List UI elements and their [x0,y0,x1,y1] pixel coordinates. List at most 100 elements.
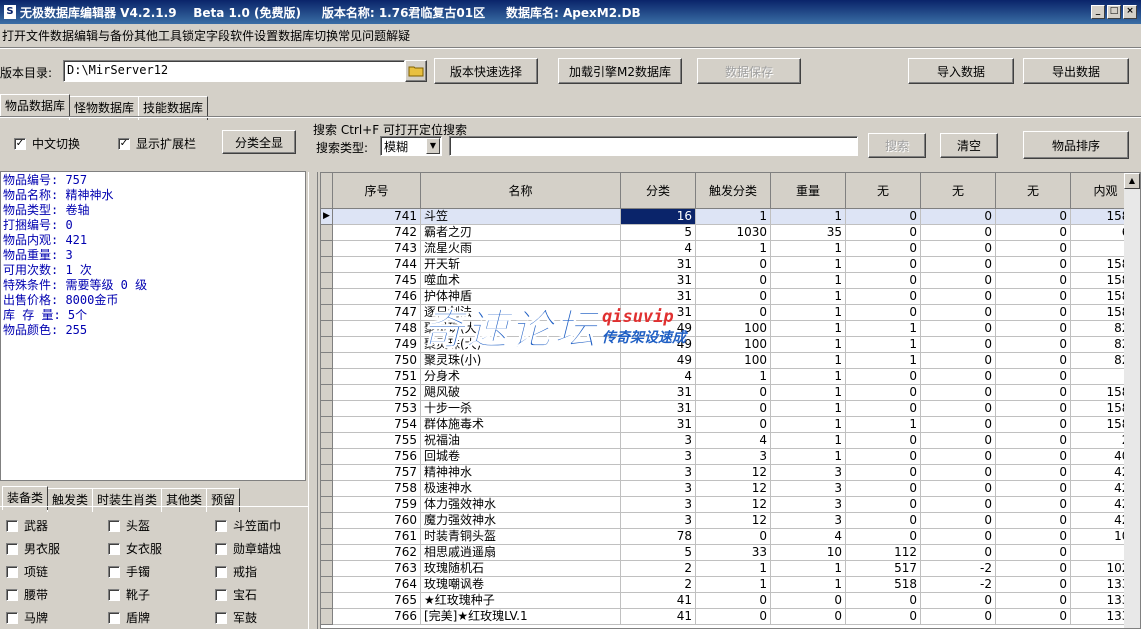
table-cell[interactable]: 4 [696,433,771,449]
category-checkbox[interactable]: 头盔 [108,517,150,534]
table-cell[interactable]: 741 [333,209,421,225]
table-cell[interactable]: 1 [696,369,771,385]
table-cell[interactable]: 10 [771,545,846,561]
table-row[interactable]: 754 群体施毒术 31 0 1 1 0 0 1582 [321,417,1140,433]
table-cell[interactable]: 0 [921,417,996,433]
table-cell[interactable]: 0 [846,305,921,321]
table-cell[interactable]: 5 [621,545,696,561]
table-row[interactable]: 766 [完美]★红玫瑰LV.1 41 0 0 0 0 0 1338 [321,609,1140,625]
table-cell[interactable]: 0 [846,481,921,497]
table-cell[interactable]: 飓风破 [421,385,621,401]
table-cell[interactable]: 0 [846,209,921,225]
column-header[interactable]: 无 [846,173,921,209]
table-cell[interactable]: 49 [621,353,696,369]
table-cell[interactable]: 750 [333,353,421,369]
table-cell[interactable]: 745 [333,273,421,289]
table-cell[interactable]: 742 [333,225,421,241]
table-cell[interactable]: 49 [621,321,696,337]
table-cell[interactable]: 0 [921,225,996,241]
table-cell[interactable]: 0 [696,401,771,417]
table-cell[interactable]: 1 [771,385,846,401]
table-cell[interactable]: 1 [771,209,846,225]
table-cell[interactable]: [完美]★红玫瑰LV.1 [421,609,621,625]
table-cell[interactable]: 0 [696,273,771,289]
table-cell[interactable]: 0 [846,257,921,273]
table-row[interactable]: 761时装青铜头盔7804000100 [321,529,1140,545]
table-cell[interactable]: 0 [996,209,1071,225]
table-cell[interactable]: 1 [846,417,921,433]
table-cell[interactable]: 0 [846,401,921,417]
search-type-select[interactable]: 模糊 ▼ [380,136,442,156]
table-cell[interactable]: 祝福油 [421,433,621,449]
table-cell[interactable]: 31 [621,289,696,305]
import-button[interactable]: 导入数据 [908,58,1014,84]
menu-other-tools[interactable]: 其他工具 [134,27,182,44]
table-cell[interactable]: 49 [621,337,696,353]
table-cell[interactable]: 4 [621,241,696,257]
table-row[interactable]: 750聚灵珠(小)491001100820 [321,353,1140,369]
table-row[interactable]: 759体力强效神水3123000424 [321,497,1140,513]
category-checkbox[interactable]: 手镯 [108,563,150,580]
menu-open-file[interactable]: 打开文件 [0,27,50,44]
table-cell[interactable]: 12 [696,497,771,513]
table-cell[interactable]: 0 [996,273,1071,289]
search-input[interactable] [449,136,858,156]
table-cell[interactable]: 766 [333,609,421,625]
table-cell[interactable]: 756 [333,449,421,465]
table-row[interactable]: 746 护体神盾 31 0 1 0 0 0 1582 [321,289,1140,305]
table-cell[interactable]: 0 [846,449,921,465]
table-cell[interactable]: 0 [996,609,1071,625]
table-cell[interactable]: 3 [621,497,696,513]
table-row[interactable]: 755祝福油34100020 [321,433,1140,449]
category-checkbox[interactable]: 宝石 [215,586,257,603]
table-cell[interactable]: 0 [921,497,996,513]
table-cell[interactable]: 相思戚逍遥扇 [421,545,621,561]
table-cell[interactable]: 霸者之刃 [421,225,621,241]
column-header[interactable]: 触发分类 [696,173,771,209]
table-row[interactable]: 743流星火雨4110000 [321,241,1140,257]
table-cell[interactable]: 3 [621,513,696,529]
minimize-button[interactable]: _ [1091,5,1105,19]
table-cell[interactable]: 4 [621,369,696,385]
export-button[interactable]: 导出数据 [1023,58,1129,84]
table-row[interactable]: 760魔力强效神水3123000423 [321,513,1140,529]
dir-input[interactable]: D:\MirServer12 [63,60,405,82]
table-cell[interactable]: 斗笠 [421,209,621,225]
table-cell[interactable]: -2 [921,577,996,593]
table-cell[interactable]: 0 [921,401,996,417]
category-checkbox[interactable]: 项链 [6,563,48,580]
table-cell[interactable]: 31 [621,305,696,321]
table-row[interactable]: 747 逐日剑法 31 0 1 0 0 0 1582 [321,305,1140,321]
table-cell[interactable]: 749 [333,337,421,353]
table-cell[interactable]: 1 [771,321,846,337]
table-cell[interactable]: 0 [921,433,996,449]
show-ext-checkbox[interactable]: ✓ 显示扩展栏 [118,135,196,152]
table-cell[interactable]: 分身术 [421,369,621,385]
folder-icon[interactable] [405,60,427,82]
table-cell[interactable]: 0 [996,369,1071,385]
table-cell[interactable]: 31 [621,257,696,273]
table-cell[interactable]: 0 [696,593,771,609]
table-cell[interactable]: 开天斩 [421,257,621,273]
table-cell[interactable]: 41 [621,609,696,625]
table-cell[interactable]: 752 [333,385,421,401]
table-cell[interactable]: 0 [846,593,921,609]
table-cell[interactable]: 1 [771,449,846,465]
table-cell[interactable]: 747 [333,305,421,321]
table-cell[interactable]: 0 [996,545,1071,561]
table-cell[interactable]: 100 [696,337,771,353]
table-cell[interactable]: 33 [696,545,771,561]
menu-lock-fields[interactable]: 锁定字段 [182,27,230,44]
table-cell[interactable]: 12 [696,513,771,529]
table-cell[interactable]: 0 [996,577,1071,593]
table-cell[interactable]: 0 [996,529,1071,545]
table-cell[interactable]: 0 [696,289,771,305]
table-cell[interactable]: 1 [696,577,771,593]
table-cell[interactable]: 757 [333,465,421,481]
table-cell[interactable]: 100 [696,321,771,337]
table-cell[interactable]: 2 [621,561,696,577]
table-cell[interactable]: 回城卷 [421,449,621,465]
table-cell[interactable]: 35 [771,225,846,241]
table-cell[interactable]: 0 [846,289,921,305]
table-cell[interactable]: 0 [996,593,1071,609]
